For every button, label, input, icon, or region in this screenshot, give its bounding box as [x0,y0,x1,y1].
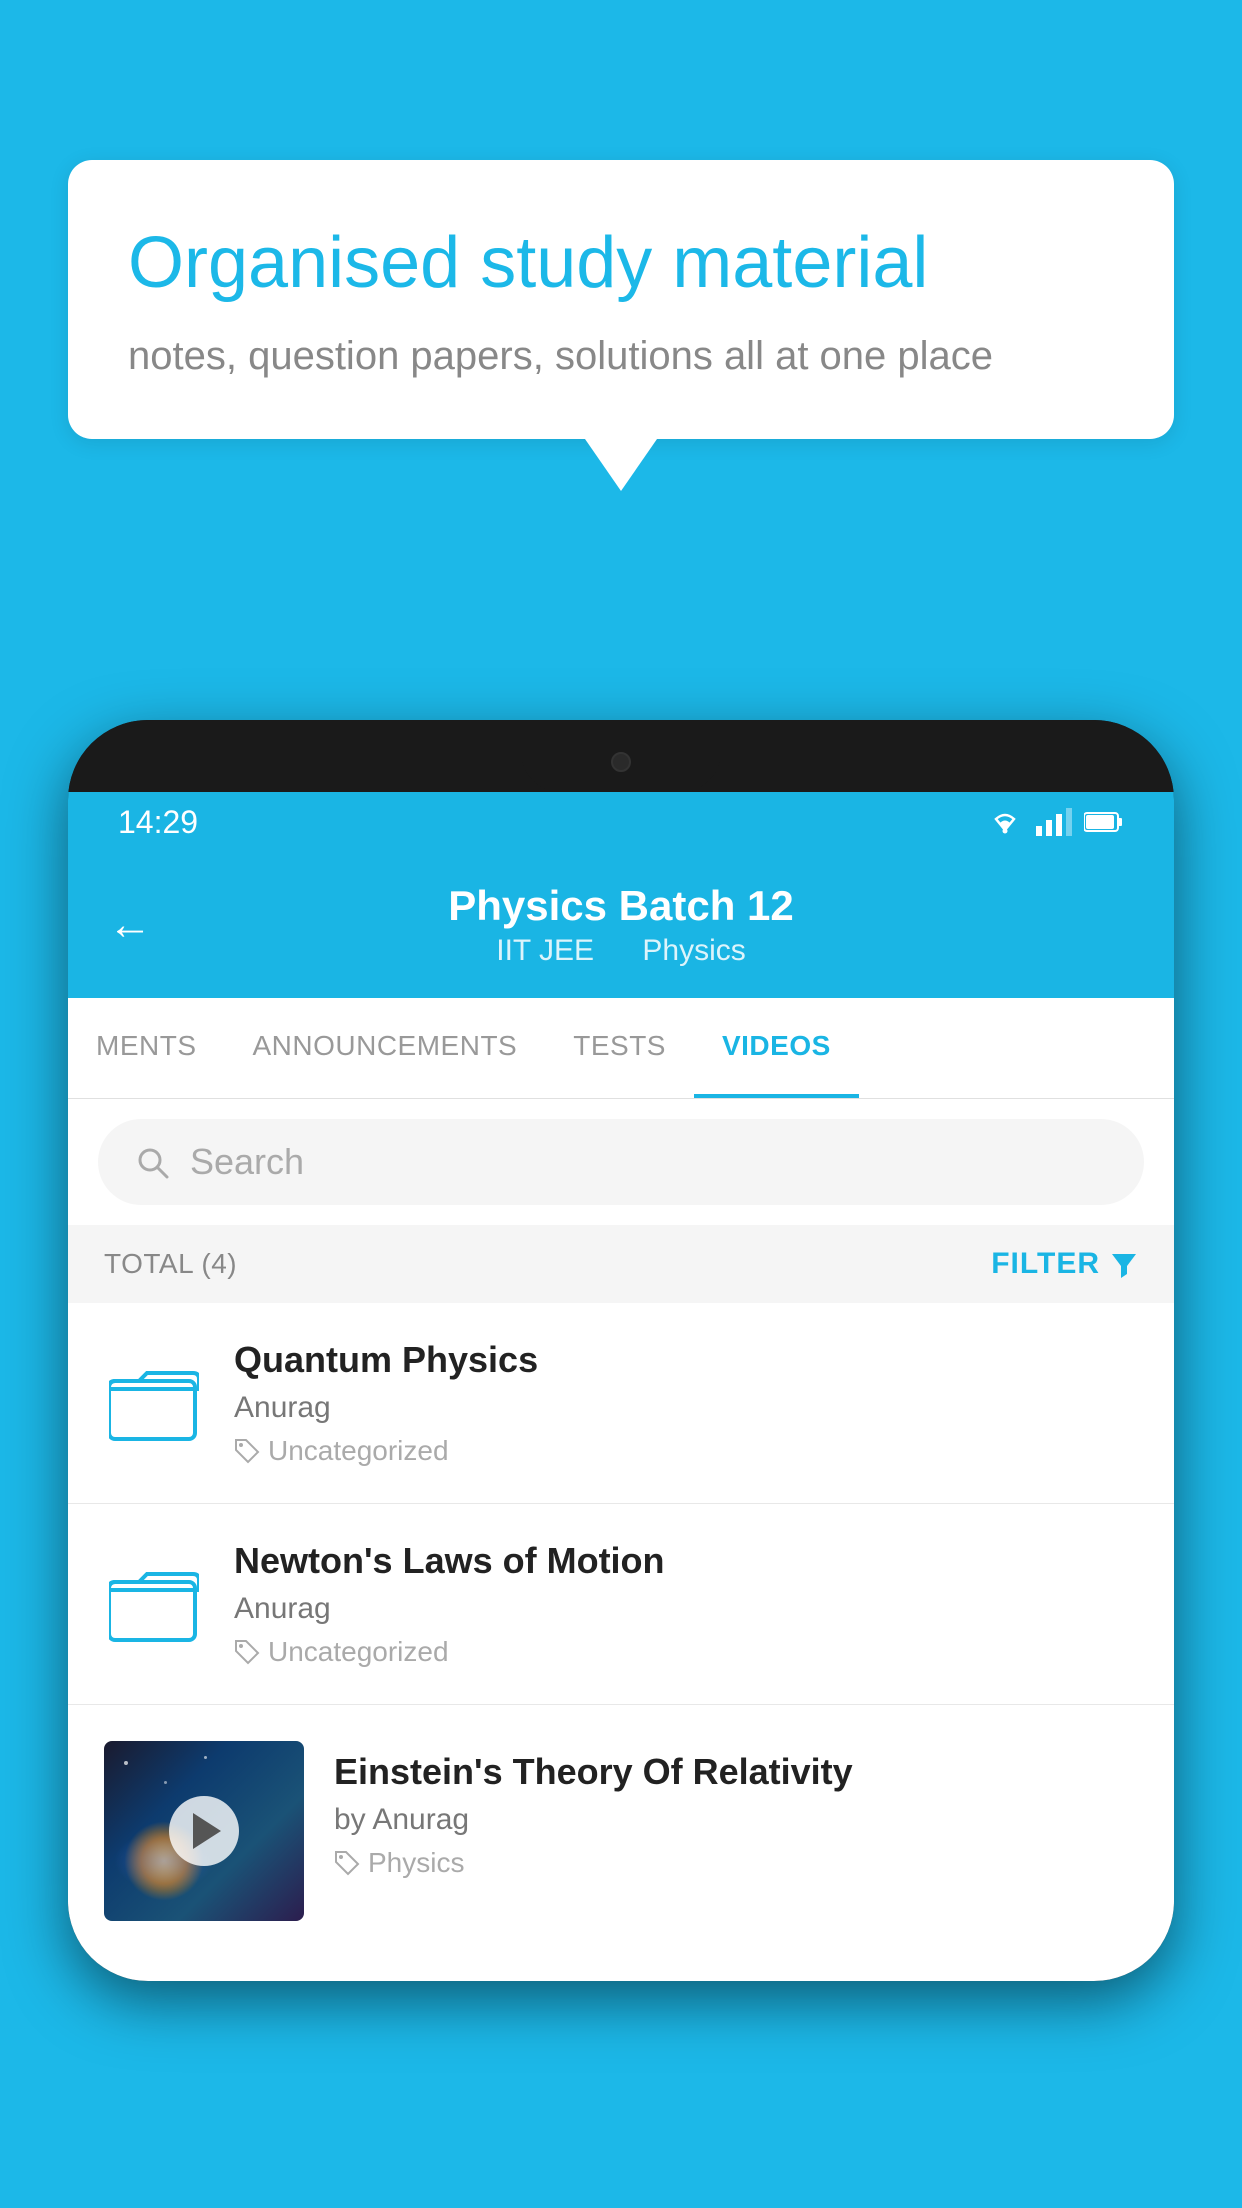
search-input-wrapper[interactable]: Search [98,1119,1144,1205]
video-tag-label: Uncategorized [268,1435,449,1467]
tag-icon [234,1438,260,1464]
video-title: Newton's Laws of Motion [234,1540,1138,1582]
thumbnail-placeholder [104,1741,304,1921]
notch [521,732,721,792]
video-info: Einstein's Theory Of Relativity by Anura… [334,1741,1138,1879]
speech-bubble-tail [585,439,657,491]
speech-bubble-section: Organised study material notes, question… [68,160,1174,491]
folder-icon-container [104,1554,204,1654]
header-title-area: Physics Batch 12 IIT JEE Physics [448,882,794,968]
camera-dot [611,752,631,772]
speech-bubble-subtitle: notes, question papers, solutions all at… [128,334,1114,379]
phone-mockup: 14:29 [68,720,1174,1981]
wifi-icon [986,808,1024,836]
search-container: Search [68,1099,1174,1225]
video-info: Newton's Laws of Motion Anurag Uncategor… [234,1540,1138,1668]
play-icon [193,1813,221,1849]
speech-bubble-title: Organised study material [128,220,1114,306]
video-tag: Physics [334,1847,1138,1879]
play-button-overlay [169,1796,239,1866]
header-subtitle: IIT JEE Physics [448,934,794,968]
tab-announcements[interactable]: ANNOUNCEMENTS [225,998,546,1098]
list-item[interactable]: Newton's Laws of Motion Anurag Uncategor… [68,1504,1174,1705]
total-count-label: TOTAL (4) [104,1248,237,1280]
header-subtitle-part2: Physics [642,934,745,967]
phone-bottom-cap [68,1921,1174,1981]
status-bar: 14:29 [68,792,1174,852]
folder-icon [109,1564,199,1644]
status-icons [986,808,1124,836]
video-tag-label: Uncategorized [268,1636,449,1668]
folder-icon-container [104,1353,204,1453]
tab-tests[interactable]: TESTS [545,998,694,1098]
signal-icon [1036,808,1072,836]
video-list: Quantum Physics Anurag Uncategorized [68,1303,1174,1921]
video-title: Quantum Physics [234,1339,1138,1381]
video-tag-label: Physics [368,1847,464,1879]
app-header: ← Physics Batch 12 IIT JEE Physics [68,852,1174,998]
notch-area [68,720,1174,792]
video-tag: Uncategorized [234,1636,1138,1668]
video-title: Einstein's Theory Of Relativity [334,1751,1138,1793]
list-item[interactable]: Quantum Physics Anurag Uncategorized [68,1303,1174,1504]
filter-label: FILTER [991,1247,1100,1281]
folder-icon [109,1363,199,1443]
header-subtitle-part1: IIT JEE [496,934,594,967]
filter-icon [1110,1250,1138,1278]
filter-row: TOTAL (4) FILTER [68,1225,1174,1303]
tag-icon [334,1850,360,1876]
tab-videos[interactable]: VIDEOS [694,998,859,1098]
video-tag: Uncategorized [234,1435,1138,1467]
video-author: Anurag [234,1592,1138,1626]
tabs-bar: MENTS ANNOUNCEMENTS TESTS VIDEOS [68,998,1174,1099]
list-item[interactable]: Einstein's Theory Of Relativity by Anura… [68,1705,1174,1921]
speech-bubble-card: Organised study material notes, question… [68,160,1174,439]
status-time: 14:29 [118,804,198,841]
header-title: Physics Batch 12 [448,882,794,930]
video-author: Anurag [234,1391,1138,1425]
video-info: Quantum Physics Anurag Uncategorized [234,1339,1138,1467]
search-placeholder: Search [190,1141,304,1183]
play-button[interactable] [169,1796,239,1866]
search-icon [134,1144,170,1180]
tab-ments[interactable]: MENTS [68,998,225,1098]
battery-icon [1084,811,1124,833]
video-author: by Anurag [334,1803,1138,1837]
video-thumbnail [104,1741,304,1921]
filter-button[interactable]: FILTER [991,1247,1138,1281]
back-button[interactable]: ← [108,900,152,950]
tag-icon [234,1639,260,1665]
